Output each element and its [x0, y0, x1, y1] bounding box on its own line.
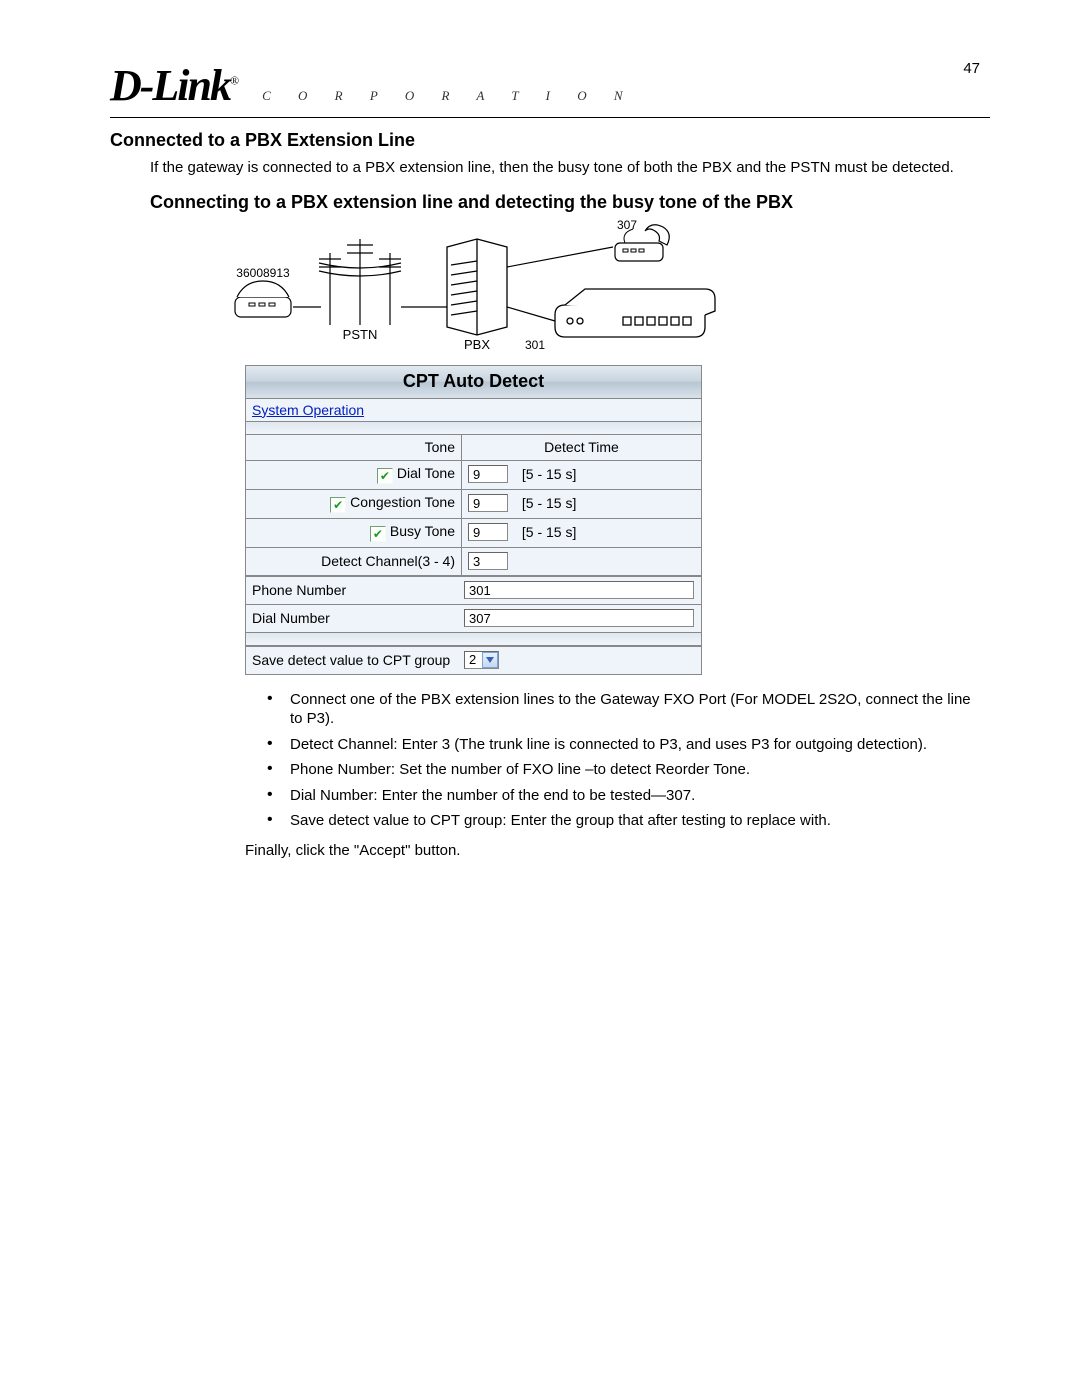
diagram-pstn-label: PSTN [343, 327, 378, 342]
dial-tone-checkbox[interactable] [377, 468, 393, 484]
section-heading: Connected to a PBX Extension Line [110, 130, 990, 151]
instruction-list: Connect one of the PBX extension lines t… [245, 687, 980, 834]
subsection-heading: Connecting to a PBX extension line and d… [150, 192, 970, 213]
table-row: Detect Channel(3 - 4) 3 [246, 547, 701, 575]
diagram-gateway-port: 301 [525, 338, 545, 352]
system-operation-row: System Operation [246, 399, 701, 422]
cpt-group-label: Save detect value to CPT group [246, 646, 458, 674]
brand-registered-icon: ® [230, 73, 237, 87]
table-row: Congestion Tone 9 [5 - 15 s] [246, 489, 701, 518]
congestion-tone-checkbox[interactable] [330, 497, 346, 513]
busy-tone-input[interactable]: 9 [468, 523, 508, 541]
brand-subtitle: C O R P O R A T I O N [262, 88, 634, 104]
list-item: Connect one of the PBX extension lines t… [245, 687, 980, 732]
phone-number-label: Phone Number [246, 576, 458, 604]
system-operation-link[interactable]: System Operation [252, 402, 364, 418]
col-header-tone: Tone [246, 435, 462, 461]
panel-title: CPT Auto Detect [246, 366, 701, 399]
col-header-detect-time: Detect Time [462, 435, 702, 461]
list-item: Detect Channel: Enter 3 (The trunk line … [245, 732, 980, 758]
busy-tone-range: [5 - 15 s] [522, 524, 576, 540]
tones-table: Tone Detect Time Dial Tone 9 [5 - 15 s] … [246, 435, 701, 576]
phone-icon [235, 281, 291, 317]
diagram-phone-ext: 307 [617, 219, 637, 232]
pstn-icon [319, 239, 401, 325]
detect-channel-label: Detect Channel(3 - 4) [246, 547, 462, 575]
busy-tone-checkbox[interactable] [370, 526, 386, 542]
brand-logo: D-Link® [110, 60, 237, 111]
dial-number-label: Dial Number [246, 604, 458, 632]
cpt-group-value: 2 [465, 652, 482, 667]
cpt-auto-detect-panel: CPT Auto Detect System Operation Tone De… [245, 365, 702, 675]
detect-channel-input[interactable]: 3 [468, 552, 508, 570]
list-item: Save detect value to CPT group: Enter th… [245, 808, 980, 834]
dial-tone-range: [5 - 15 s] [522, 466, 576, 482]
brand-name: D-Link [110, 61, 230, 110]
dial-tone-input[interactable]: 9 [468, 465, 508, 483]
gateway-icon [555, 289, 715, 337]
topology-diagram: 36008913 PSTN [225, 219, 735, 359]
pbx-icon [447, 239, 507, 335]
panel-separator [246, 422, 701, 435]
cpt-group-select[interactable]: 2 [464, 651, 499, 669]
table-row: Save detect value to CPT group 2 [246, 646, 701, 674]
table-row: Phone Number 301 [246, 576, 701, 604]
kv-table: Save detect value to CPT group 2 [246, 646, 701, 674]
phone-number-input[interactable]: 301 [464, 581, 694, 599]
kv-table: Phone Number 301 Dial Number 307 [246, 576, 701, 632]
congestion-tone-input[interactable]: 9 [468, 494, 508, 512]
section-body: If the gateway is connected to a PBX ext… [150, 159, 970, 859]
table-row: Dial Tone 9 [5 - 15 s] [246, 460, 701, 489]
table-row: Dial Number 307 [246, 604, 701, 632]
chevron-down-icon [482, 652, 498, 668]
panel-separator [246, 632, 701, 646]
diagram-svg: 36008913 PSTN [225, 219, 735, 359]
list-item: Phone Number: Set the number of FXO line… [245, 757, 980, 783]
final-instruction: Finally, click the "Accept" button. [245, 842, 970, 859]
document-page: 47 D-Link® C O R P O R A T I O N Connect… [0, 0, 1080, 919]
congestion-tone-label: Congestion Tone [350, 494, 455, 510]
list-item: Dial Number: Enter the number of the end… [245, 783, 980, 809]
page-number: 47 [963, 60, 980, 77]
diagram-pbx-label: PBX [464, 337, 490, 352]
dial-tone-label: Dial Tone [397, 465, 455, 481]
busy-tone-label: Busy Tone [390, 523, 455, 539]
diagram-outside-number: 36008913 [236, 266, 290, 280]
brand-header: D-Link® C O R P O R A T I O N [110, 60, 990, 111]
dial-number-input[interactable]: 307 [464, 609, 694, 627]
intro-paragraph: If the gateway is connected to a PBX ext… [150, 159, 970, 178]
table-header-row: Tone Detect Time [246, 435, 701, 461]
header-divider [110, 117, 990, 118]
congestion-tone-range: [5 - 15 s] [522, 495, 576, 511]
table-row: Busy Tone 9 [5 - 15 s] [246, 518, 701, 547]
